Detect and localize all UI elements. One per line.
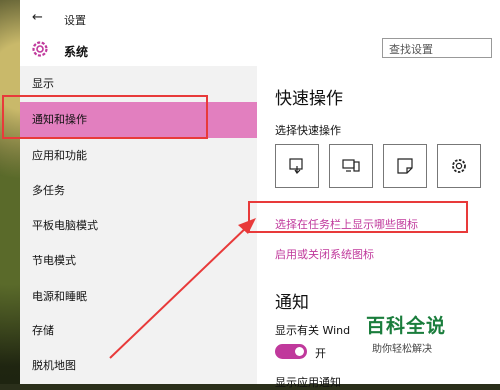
watermark: 百科全说 助你轻松解决 [366, 311, 476, 355]
watermark-title: 百科全说 [366, 315, 447, 337]
watermark-subtitle: 助你轻松解决 [372, 344, 432, 355]
